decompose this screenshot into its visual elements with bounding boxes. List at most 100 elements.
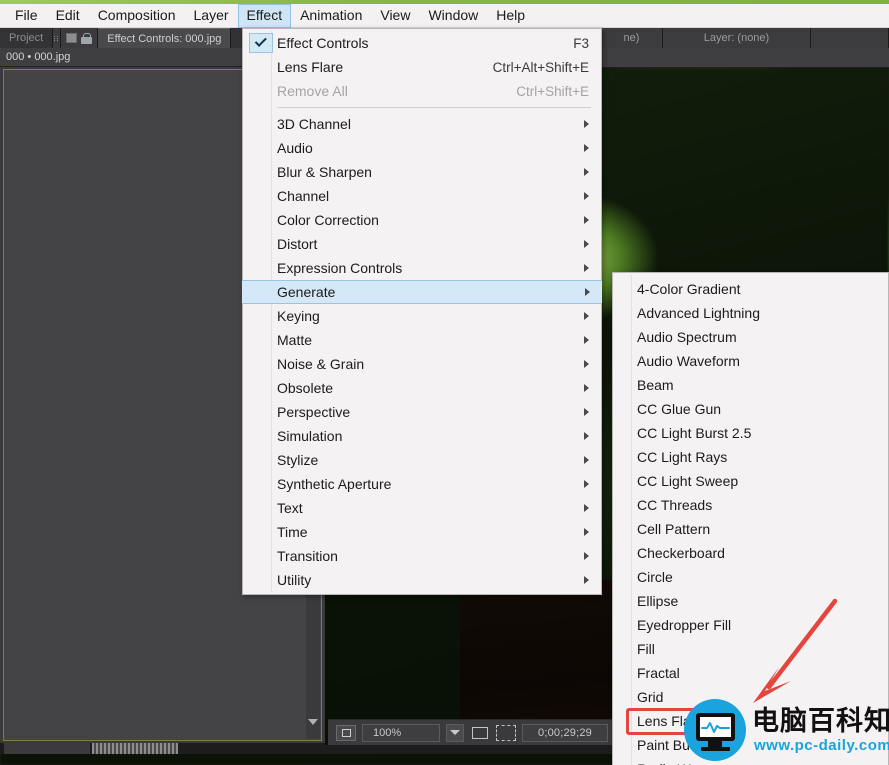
menu-item-color-correction[interactable]: Color Correction: [243, 208, 601, 232]
menu-item-label: Lens Flare: [277, 59, 344, 75]
submenu-item-label: CC Light Sweep: [637, 473, 739, 489]
submenu-item-ellipse[interactable]: Ellipse: [613, 589, 888, 613]
generate-submenu: 4-Color Gradient Advanced Lightning Audio …: [612, 272, 889, 765]
submenu-item-paint-bucket[interactable]: Paint Bucket: [613, 733, 888, 757]
menu-item-perspective[interactable]: Perspective: [243, 400, 601, 424]
submenu-item-label: Advanced Lightning: [637, 305, 760, 321]
menu-item-generate[interactable]: Generate: [242, 280, 602, 304]
submenu-item-cc-threads[interactable]: CC Threads: [613, 493, 888, 517]
layer-swatch-icon[interactable]: [66, 33, 78, 43]
submenu-item-grid[interactable]: Grid: [613, 685, 888, 709]
menu-item-label: Effect Controls: [277, 35, 369, 51]
menu-item-effect-controls[interactable]: Effect Controls F3: [243, 31, 601, 55]
submenu-item-beam[interactable]: Beam: [613, 373, 888, 397]
menu-item-transition[interactable]: Transition: [243, 544, 601, 568]
bottom-tab-one[interactable]: [4, 743, 90, 754]
menu-item-stylize[interactable]: Stylize: [243, 448, 601, 472]
menubar-item-effect[interactable]: Effect: [237, 3, 292, 28]
menubar-item-edit[interactable]: Edit: [47, 4, 89, 28]
submenu-item-advanced-lightning[interactable]: Advanced Lightning: [613, 301, 888, 325]
submenu-item-radio-waves[interactable]: Radio Waves: [613, 757, 888, 765]
layer-panel-tabbar: ne) Layer: (none): [601, 28, 889, 48]
submenu-item-audio-spectrum[interactable]: Audio Spectrum: [613, 325, 888, 349]
bottom-tab-two[interactable]: [92, 743, 178, 754]
submenu-item-fractal[interactable]: Fractal: [613, 661, 888, 685]
toggle-transparency-grid-icon[interactable]: [336, 724, 356, 741]
menu-item-lens-flare[interactable]: Lens Flare Ctrl+Alt+Shift+E: [243, 55, 601, 79]
menu-item-matte[interactable]: Matte: [243, 328, 601, 352]
menu-item-channel[interactable]: Channel: [243, 184, 601, 208]
submenu-arrow-icon: [584, 144, 589, 152]
menu-item-shortcut: F3: [573, 35, 589, 51]
menu-item-label: Generate: [277, 284, 336, 300]
menu-item-obsolete[interactable]: Obsolete: [243, 376, 601, 400]
menu-item-synthetic-aperture[interactable]: Synthetic Aperture: [243, 472, 601, 496]
submenu-item-4-color-gradient[interactable]: 4-Color Gradient: [613, 277, 888, 301]
submenu-item-fill[interactable]: Fill: [613, 637, 888, 661]
submenu-arrow-icon: [584, 504, 589, 512]
menu-item-expression-controls[interactable]: Expression Controls: [243, 256, 601, 280]
menu-separator: [277, 107, 591, 108]
submenu-item-cc-light-burst-2-5[interactable]: CC Light Burst 2.5: [613, 421, 888, 445]
menu-item-noise-grain[interactable]: Noise & Grain: [243, 352, 601, 376]
scroll-down-arrow-icon[interactable]: [308, 719, 318, 725]
region-of-interest-icon[interactable]: [470, 725, 490, 741]
menu-item-time[interactable]: Time: [243, 520, 601, 544]
menu-item-label: Audio: [277, 140, 313, 156]
submenu-item-label: Grid: [637, 689, 664, 705]
menu-item-label: Remove All: [277, 83, 348, 99]
tab-effect-controls[interactable]: Effect Controls: 000.jpg: [98, 28, 232, 48]
menu-item-remove-all: Remove All Ctrl+Shift+E: [243, 79, 601, 103]
menubar-item-window[interactable]: Window: [419, 4, 487, 28]
submenu-item-cell-pattern[interactable]: Cell Pattern: [613, 517, 888, 541]
menu-item-label: Transition: [277, 548, 338, 564]
submenu-item-cc-light-sweep[interactable]: CC Light Sweep: [613, 469, 888, 493]
submenu-item-label: Audio Waveform: [637, 353, 740, 369]
menu-item-utility[interactable]: Utility: [243, 568, 601, 592]
menu-item-audio[interactable]: Audio: [243, 136, 601, 160]
menu-item-text[interactable]: Text: [243, 496, 601, 520]
menu-item-keying[interactable]: Keying: [243, 304, 601, 328]
panel-menu-dots-icon[interactable]: [53, 28, 62, 48]
zoom-dropdown-caret-icon[interactable]: [446, 723, 464, 742]
menubar-item-animation[interactable]: Animation: [291, 4, 371, 28]
menu-item-label: Perspective: [277, 404, 351, 420]
menu-item-label: Stylize: [277, 452, 319, 468]
comp-tab-truncated[interactable]: ne): [601, 28, 663, 48]
toggle-mask-paths-icon[interactable]: [496, 724, 516, 741]
menu-item-label: Distort: [277, 236, 318, 252]
lock-icon[interactable]: [81, 32, 93, 44]
menubar-item-view[interactable]: View: [371, 4, 419, 28]
menu-item-label: Noise & Grain: [277, 356, 365, 372]
submenu-item-label: CC Threads: [637, 497, 713, 513]
timecode-display[interactable]: 0;00;29;29: [522, 723, 608, 742]
submenu-item-lens-flare[interactable]: Lens Flare: [613, 709, 888, 733]
submenu-item-cc-glue-gun[interactable]: CC Glue Gun: [613, 397, 888, 421]
submenu-item-label: Eyedropper Fill: [637, 617, 732, 633]
submenu-arrow-icon: [584, 312, 589, 320]
menubar-item-layer[interactable]: Layer: [185, 4, 238, 28]
menu-item-blur-sharpen[interactable]: Blur & Sharpen: [243, 160, 601, 184]
tab-project[interactable]: Project: [0, 28, 54, 48]
submenu-arrow-icon: [584, 336, 589, 344]
submenu-item-cc-light-rays[interactable]: CC Light Rays: [613, 445, 888, 469]
menu-item-label: 3D Channel: [277, 116, 351, 132]
submenu-item-audio-waveform[interactable]: Audio Waveform: [613, 349, 888, 373]
menubar-item-help[interactable]: Help: [487, 4, 534, 28]
menu-item-label: Blur & Sharpen: [277, 164, 372, 180]
empty-tab-slot: [811, 28, 889, 48]
menu-item-distort[interactable]: Distort: [243, 232, 601, 256]
menu-item-simulation[interactable]: Simulation: [243, 424, 601, 448]
layer-panel-subheader: [601, 48, 889, 68]
menubar-item-composition[interactable]: Composition: [89, 4, 185, 28]
menubar-item-file[interactable]: File: [6, 4, 47, 28]
checkmark-icon: [249, 33, 273, 53]
menu-item-label: Utility: [277, 572, 312, 588]
menu-item-3d-channel[interactable]: 3D Channel: [243, 112, 601, 136]
zoom-level-display[interactable]: 100%: [362, 723, 440, 742]
submenu-item-checkerboard[interactable]: Checkerboard: [613, 541, 888, 565]
main-menubar: File Edit Composition Layer Effect Animation V…: [0, 3, 889, 28]
submenu-item-circle[interactable]: Circle: [613, 565, 888, 589]
layer-tab[interactable]: Layer: (none): [663, 28, 811, 48]
submenu-item-eyedropper-fill[interactable]: Eyedropper Fill: [613, 613, 888, 637]
